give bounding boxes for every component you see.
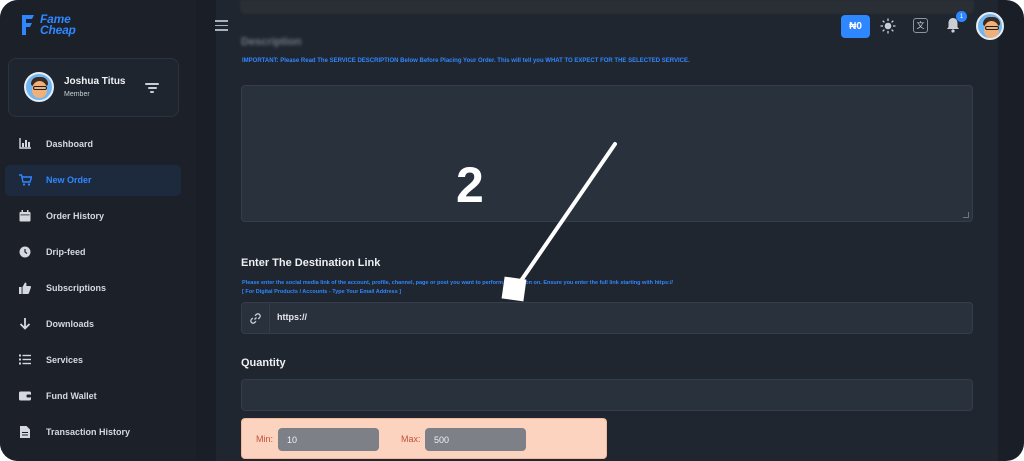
annotation-arrow-icon (501, 142, 617, 302)
sidebar-item-label: New Order (46, 175, 92, 185)
sidebar-item-label: Transaction History (46, 427, 131, 437)
list-icon (19, 354, 31, 366)
cart-icon (19, 174, 33, 186)
sidebar-item-label: Drip-feed (46, 247, 86, 257)
arrow-down-icon (19, 318, 31, 330)
chart-icon (19, 138, 31, 150)
sidebar-item-label: Order History (46, 211, 105, 221)
sidebar-item-label: Fund Wallet (46, 391, 97, 401)
thumbs-up-icon (19, 282, 31, 294)
app-window: Fame Cheap Joshua Titus Member Dashboard (0, 0, 1024, 461)
sidebar-item-label: Subscriptions (46, 283, 107, 293)
sidebar-item-label: Downloads (46, 319, 95, 329)
calendar-icon (19, 210, 31, 222)
clock-icon (19, 246, 31, 258)
document-icon (19, 426, 31, 438)
sidebar-item-label: Dashboard (46, 139, 94, 149)
sidebar-item-label: Services (46, 355, 84, 365)
wallet-icon (19, 390, 31, 402)
